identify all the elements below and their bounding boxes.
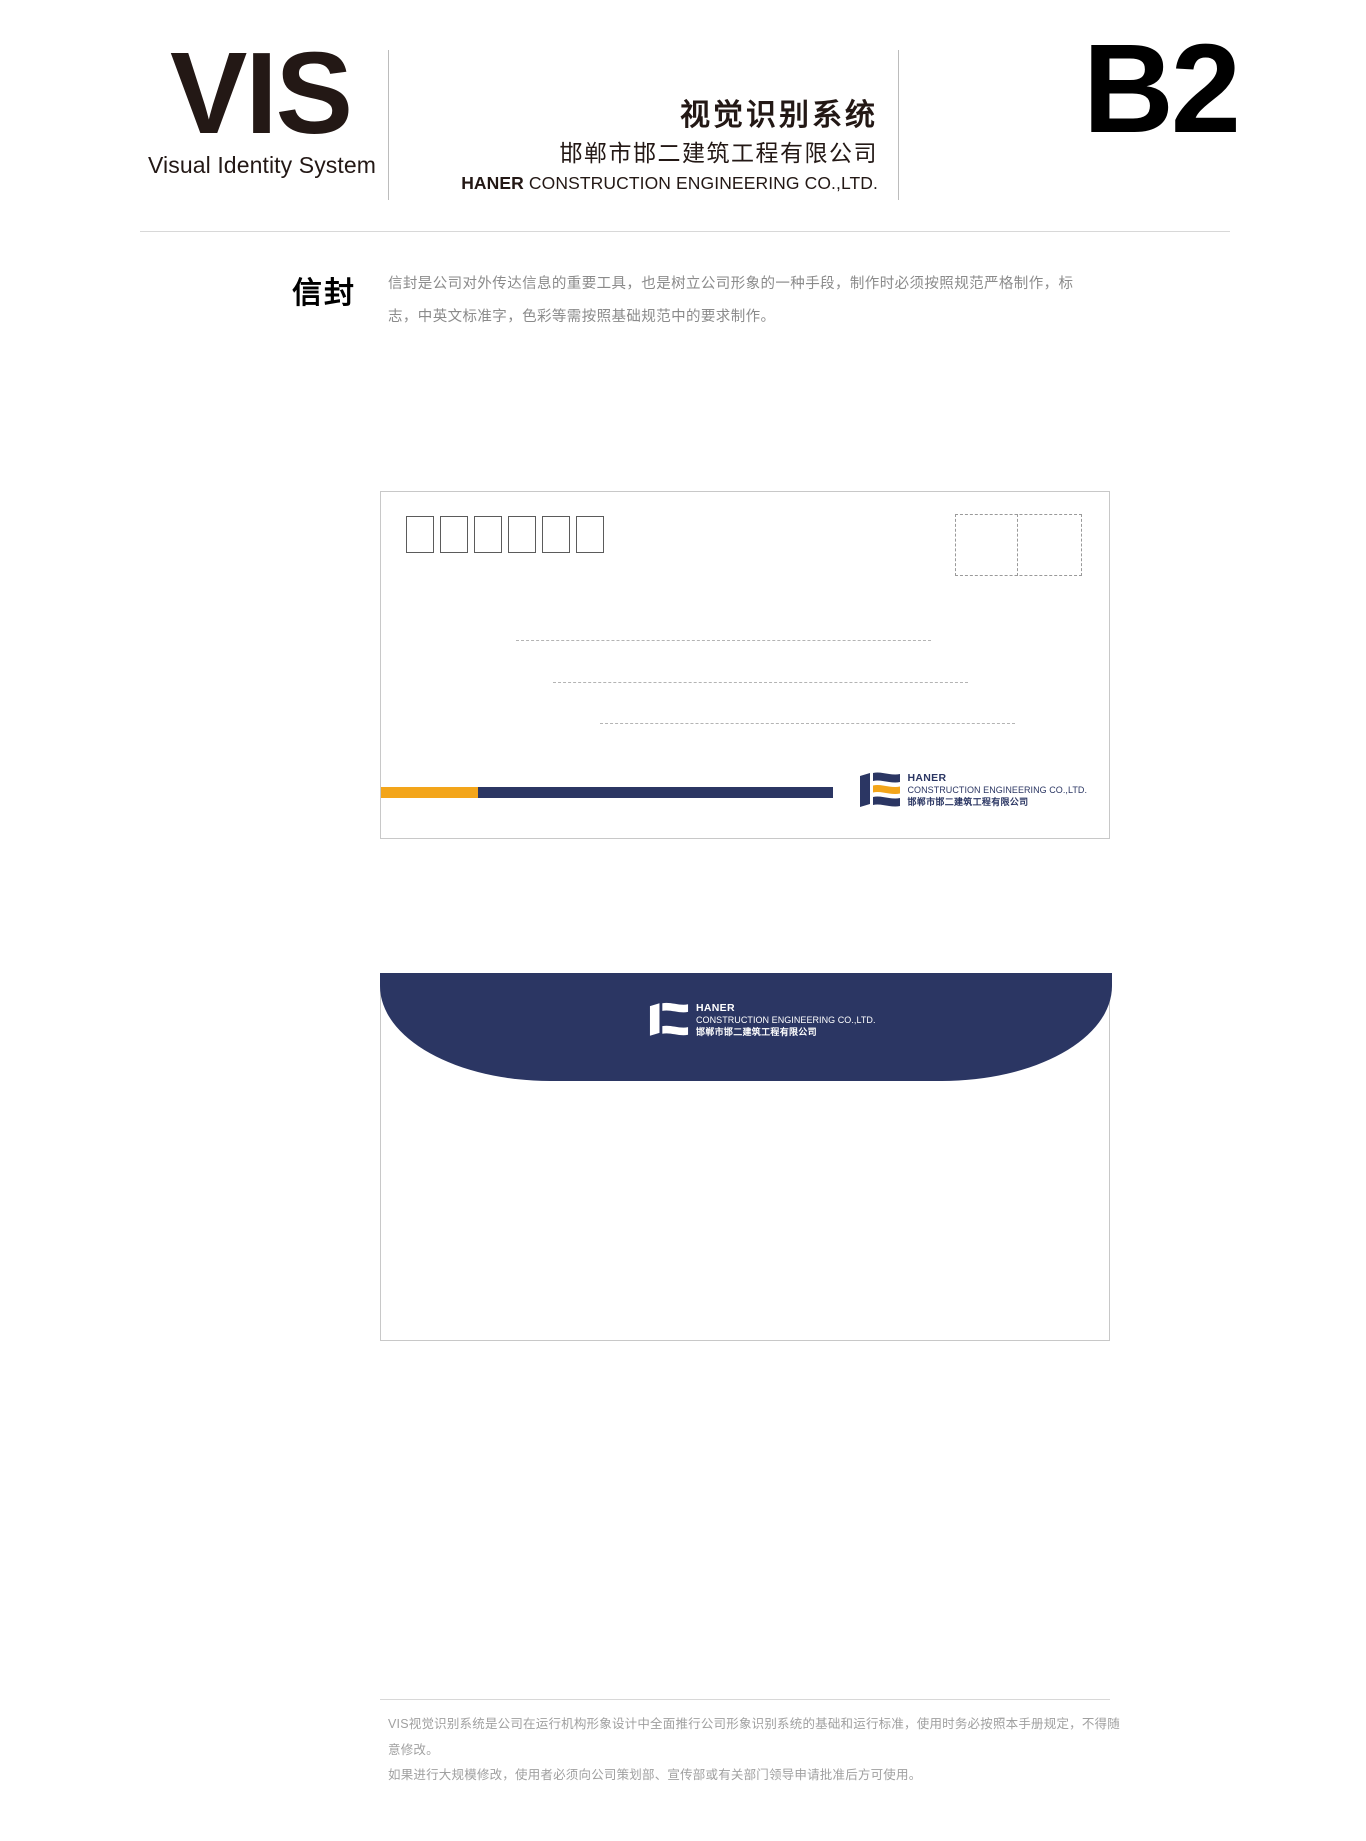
postcode-box: [440, 516, 468, 553]
envelope-front-mockup: HANER CONSTRUCTION ENGINEERING CO.,LTD. …: [380, 491, 1110, 839]
envelope-front-logo: HANER CONSTRUCTION ENGINEERING CO.,LTD. …: [859, 772, 1088, 813]
footer-line-1: VIS视觉识别系统是公司在运行机构形象设计中全面推行公司形象识别系统的基础和运行…: [388, 1717, 1120, 1757]
header-titles: 视觉识别系统 邯郸市邯二建筑工程有限公司 HANER CONSTRUCTION …: [420, 96, 878, 195]
postcode-box: [508, 516, 536, 553]
address-line: [553, 682, 968, 683]
envelope-bottom-bar: [381, 787, 833, 798]
address-line: [600, 723, 1015, 724]
header-company-en: HANER CONSTRUCTION ENGINEERING CO.,LTD.: [420, 171, 878, 196]
header-company-en-bold: HANER: [461, 172, 524, 193]
header-company-en-rest: CONSTRUCTION ENGINEERING CO.,LTD.: [523, 172, 878, 193]
logo-tagline-en: CONSTRUCTION ENGINEERING CO.,LTD.: [696, 1015, 876, 1026]
section-title: 信封: [292, 277, 356, 310]
header-company-cn: 邯郸市邯二建筑工程有限公司: [559, 140, 878, 166]
postcode-box: [474, 516, 502, 553]
address-line: [516, 640, 931, 641]
stamp-outline: [955, 514, 1082, 576]
footer-line-2: 如果进行大规模修改，使用者必须向公司策划部、宣传部或有关部门领导申请批准后方可使…: [388, 1768, 922, 1783]
logo-name-cn: 邯郸市邯二建筑工程有限公司: [696, 1027, 817, 1038]
bar-accent-segment: [381, 787, 478, 798]
footer-disclaimer: VIS视觉识别系统是公司在运行机构形象设计中全面推行公司形象识别系统的基础和运行…: [388, 1712, 1128, 1789]
logo-name-en: HANER: [907, 772, 947, 784]
stamp-area: [955, 514, 1082, 576]
stamp-divider: [1017, 514, 1018, 576]
postcode-box: [576, 516, 604, 553]
vis-acronym: VIS: [170, 28, 353, 158]
vis-subtitle: Visual Identity System: [148, 152, 377, 179]
vis-logo-block: VIS Visual Identity System: [148, 28, 377, 179]
bar-primary-segment: [478, 787, 833, 798]
envelope-back-mockup: HANER CONSTRUCTION ENGINEERING CO.,LTD. …: [380, 973, 1112, 1341]
haner-flag-e-icon: [859, 772, 901, 813]
logo-tagline-en: CONSTRUCTION ENGINEERING CO.,LTD.: [907, 785, 1087, 796]
section-description-line-1: 信封是公司对外传达信息的重要工具，也是树立公司形象的一种手段，制作时必须按照规范…: [388, 276, 1074, 292]
logo-name-en: HANER: [696, 1002, 735, 1014]
header-rule: [140, 231, 1230, 232]
header-divider-left: [388, 50, 389, 200]
page-header: VIS Visual Identity System 视觉识别系统 邯郸市邯二建…: [0, 0, 1366, 232]
page-code: B2: [1082, 18, 1241, 159]
logo-name-cn: 邯郸市邯二建筑工程有限公司: [907, 797, 1029, 808]
vis-manual-page: VIS Visual Identity System 视觉识别系统 邯郸市邯二建…: [0, 0, 1366, 1841]
postcode-boxes: [406, 516, 604, 553]
postcode-box: [542, 516, 570, 553]
envelope-back-logo: HANER CONSTRUCTION ENGINEERING CO.,LTD. …: [649, 1002, 876, 1042]
header-title-cn: 视觉识别系统: [680, 99, 878, 132]
haner-flag-e-icon: [649, 1002, 689, 1042]
footer-rule: [380, 1699, 1110, 1700]
section-description: 信封是公司对外传达信息的重要工具，也是树立公司形象的一种手段，制作时必须按照规范…: [388, 268, 1108, 333]
section-description-line-2: 志，中英文标准字，色彩等需按照基础规范中的要求制作。: [388, 308, 776, 325]
header-divider-right: [898, 50, 899, 200]
postcode-box: [406, 516, 434, 553]
